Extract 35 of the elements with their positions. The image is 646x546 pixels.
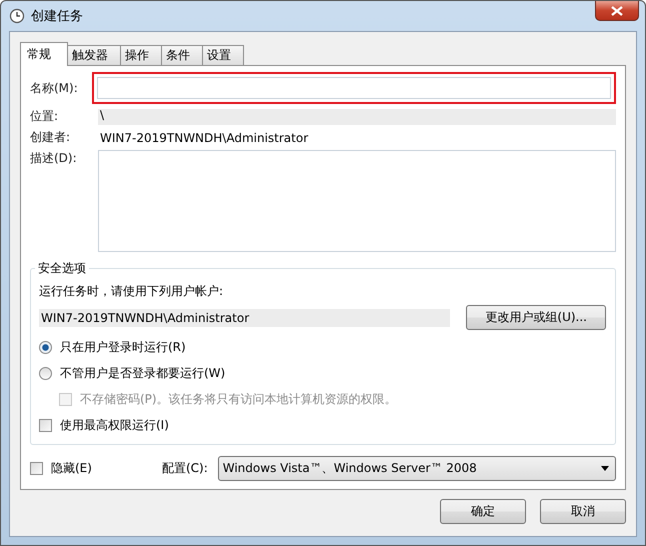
input-field[interactable]	[97, 77, 611, 99]
field-label: 创建者:	[30, 129, 72, 146]
checkbox[interactable]	[39, 418, 52, 432]
tab[interactable]: 设置	[202, 45, 244, 65]
clock-icon	[9, 8, 25, 24]
option-label: 只在用户登录时运行(R)	[60, 338, 186, 356]
checkbox[interactable]	[30, 462, 43, 474]
tab[interactable]: 条件	[161, 45, 203, 65]
field-label: 描述(D):	[30, 150, 78, 167]
description-field[interactable]	[98, 150, 616, 252]
tab[interactable]: 操作	[120, 45, 162, 65]
tab[interactable]: 常规	[20, 42, 68, 66]
dropdown-arrow-icon	[601, 466, 609, 470]
radio-button[interactable]	[39, 366, 52, 380]
dialog-button[interactable]: 取消	[540, 499, 626, 524]
option-label: 使用最高权限运行(I)	[60, 416, 169, 434]
option-label: 不管用户是否登录都要运行(W)	[60, 364, 226, 382]
change-user-button[interactable]: 更改用户或组(U)...	[466, 305, 606, 330]
option-label: 不存储密码(P)。该任务将只有访问本地计算机资源的权限。	[80, 390, 397, 408]
author-value: WIN7-2019TNWNDH\Administrator	[99, 130, 310, 144]
radio-button[interactable]	[39, 340, 52, 354]
close-button[interactable]	[595, 1, 639, 21]
field-label: 配置(C):	[162, 460, 208, 476]
account-prompt: 运行任务时，请使用下列用户帐户:	[39, 283, 224, 300]
field-label: 位置:	[30, 108, 60, 125]
field-label: 名称(M):	[30, 80, 79, 96]
window-title: 创建任务	[31, 8, 83, 25]
dialog-button[interactable]: 确定	[440, 499, 526, 524]
close-icon	[611, 6, 623, 16]
location-value: \	[98, 108, 616, 124]
account-value: WIN7-2019TNWNDH\Administrator	[39, 308, 450, 326]
group-title: 安全选项	[37, 260, 87, 277]
tab[interactable]: 触发器	[67, 45, 121, 65]
configure-dropdown[interactable]: Windows Vista™、Windows Server™ 2008	[218, 456, 616, 480]
option-label: 隐藏(E)	[51, 460, 92, 476]
